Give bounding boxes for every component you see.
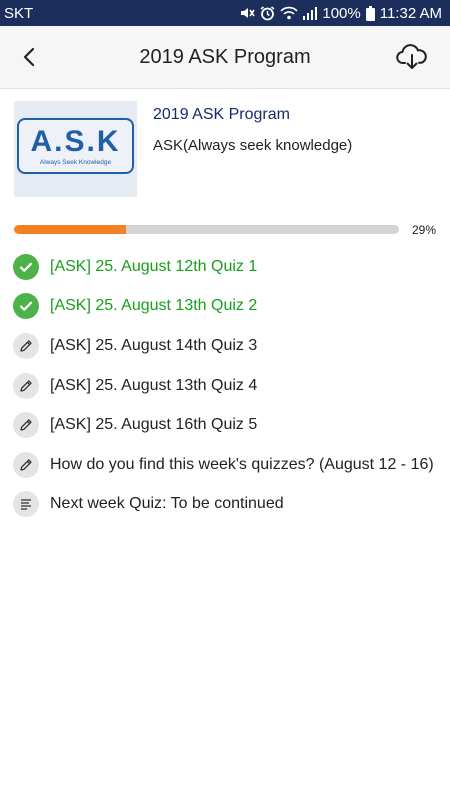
program-title: 2019 ASK Program bbox=[153, 106, 290, 123]
battery-percent: 100% bbox=[322, 4, 361, 22]
status-bar: SKT 100% 11:32 AM bbox=[0, 0, 450, 26]
quiz-item-label: Next week Quiz: To be continued bbox=[50, 495, 284, 513]
quiz-list-item[interactable]: Next week Quiz: To be continued bbox=[0, 485, 450, 525]
notes-icon bbox=[13, 491, 39, 518]
progress-percent: 29% bbox=[412, 223, 437, 237]
cloud-download-icon[interactable] bbox=[396, 43, 428, 71]
quiz-list: [ASK] 25. August 12th Quiz 1 [ASK] 25. Au… bbox=[0, 247, 450, 524]
quiz-item-label: [ASK] 25. August 13th Quiz 2 bbox=[50, 297, 258, 315]
program-header: A.S.K Always Seek Knowledge 2019 ASK Pro… bbox=[0, 89, 450, 209]
quiz-list-item[interactable]: [ASK] 25. August 13th Quiz 4 bbox=[0, 366, 450, 406]
quiz-list-item[interactable]: [ASK] 25. August 13th Quiz 2 bbox=[0, 287, 450, 327]
pencil-icon bbox=[13, 332, 39, 359]
quiz-list-item[interactable]: [ASK] 25. August 14th Quiz 3 bbox=[0, 326, 450, 366]
quiz-list-item[interactable]: [ASK] 25. August 16th Quiz 5 bbox=[0, 405, 450, 445]
carrier-label: SKT bbox=[4, 4, 34, 22]
page-title: 2019 ASK Program bbox=[139, 45, 311, 68]
quiz-list-item[interactable]: How do you find this week's quizzes? (Au… bbox=[0, 445, 450, 485]
pencil-icon bbox=[13, 412, 39, 439]
quiz-list-item[interactable]: [ASK] 25. August 12th Quiz 1 bbox=[0, 247, 450, 287]
chevron-left-icon[interactable] bbox=[18, 45, 42, 69]
logo-badge: A.S.K Always Seek Knowledge bbox=[17, 118, 134, 174]
quiz-item-label: [ASK] 25. August 14th Quiz 3 bbox=[50, 336, 258, 354]
program-description: ASK(Always seek knowledge) bbox=[153, 137, 353, 154]
status-icons: 100% 11:32 AM bbox=[239, 5, 442, 22]
signal-icon bbox=[303, 7, 318, 20]
logo-text: A.S.K bbox=[30, 125, 121, 158]
quiz-item-label: How do you find this week's quizzes? (Au… bbox=[50, 455, 434, 473]
check-icon bbox=[13, 253, 39, 280]
wifi-icon bbox=[280, 6, 298, 20]
pencil-icon bbox=[13, 451, 39, 478]
logo-subtitle: Always Seek Knowledge bbox=[39, 159, 112, 166]
alarm-icon bbox=[260, 5, 275, 20]
progress-row: 29% bbox=[0, 209, 450, 245]
clock: 11:32 AM bbox=[379, 4, 442, 22]
quiz-item-label: [ASK] 25. August 13th Quiz 4 bbox=[50, 376, 258, 394]
app-bar: 2019 ASK Program bbox=[0, 26, 450, 89]
mute-icon bbox=[241, 8, 256, 18]
battery-icon bbox=[365, 5, 375, 21]
check-icon bbox=[13, 293, 39, 320]
progress-bar bbox=[14, 225, 399, 234]
quiz-item-label: [ASK] 25. August 12th Quiz 1 bbox=[50, 257, 258, 275]
quiz-item-label: [ASK] 25. August 16th Quiz 5 bbox=[50, 416, 258, 434]
progress-fill bbox=[14, 225, 126, 234]
pencil-icon bbox=[13, 372, 39, 399]
program-logo: A.S.K Always Seek Knowledge bbox=[14, 101, 137, 197]
